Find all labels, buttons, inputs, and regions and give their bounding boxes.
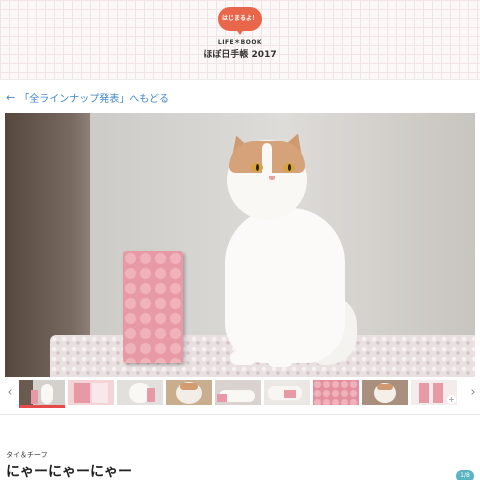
thumbnail-strip: ‹ + ›: [0, 377, 480, 409]
cat-body: [225, 208, 345, 363]
cat-eye-left: [251, 163, 263, 172]
thumbnail-item[interactable]: [215, 380, 261, 405]
thumbnail-item[interactable]: [362, 380, 408, 405]
cat-blaze: [262, 143, 272, 177]
arrow-left-icon: ←: [6, 90, 16, 104]
plus-icon: +: [447, 395, 456, 404]
product-brand: タイ＆チーフ: [6, 451, 48, 459]
badge-tail: [236, 29, 244, 35]
page-indicator-badge: 1/8: [456, 470, 474, 480]
start-badge: はじまるよ！: [218, 7, 262, 31]
thumbnail-item[interactable]: [117, 380, 163, 405]
back-link-label: 「全ラインナップ発表」へもどる: [19, 93, 170, 105]
thumbnail-item[interactable]: [68, 380, 114, 405]
chevron-left-icon[interactable]: ‹: [3, 385, 17, 401]
cat-nose: [269, 176, 275, 180]
cat-eye-right: [283, 163, 295, 172]
section-divider: [0, 414, 480, 415]
pink-notebook: [123, 251, 183, 363]
thumbnail-item[interactable]: [19, 380, 65, 408]
brand-title[interactable]: ほぼ日手帳 2017: [0, 47, 480, 60]
thumbnail-item[interactable]: [166, 380, 212, 405]
chevron-right-icon[interactable]: ›: [466, 385, 480, 401]
back-to-lineup-link[interactable]: ← 「全ラインナップ発表」へもどる: [6, 90, 170, 105]
main-product-photo[interactable]: [5, 113, 475, 377]
thumbnail-item[interactable]: +: [411, 380, 457, 405]
product-title: にゃーにゃーにゃー: [6, 464, 132, 480]
cat-paw-left: [230, 351, 256, 365]
thumbnail-item[interactable]: [313, 380, 359, 405]
brand-subtitle: LIFE＊BOOK: [217, 39, 263, 46]
site-header: はじまるよ！ LIFE＊BOOK ほぼ日手帳 2017: [0, 0, 480, 80]
cat-paw-right: [267, 353, 293, 367]
thumbnail-item[interactable]: [264, 380, 310, 405]
